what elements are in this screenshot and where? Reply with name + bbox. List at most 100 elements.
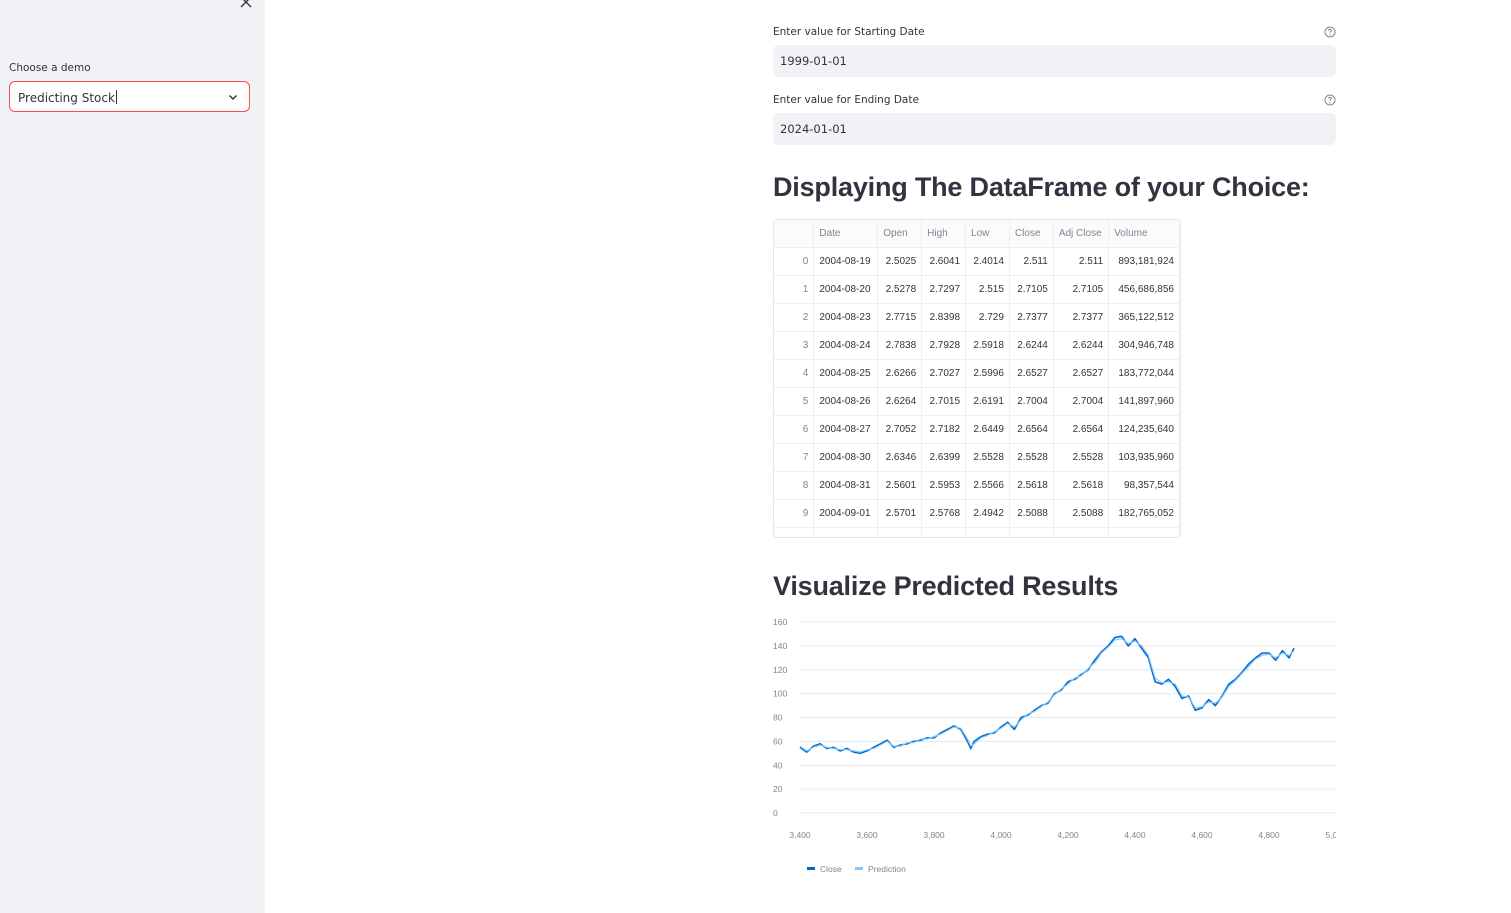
table-cell[interactable]: 2.5088 <box>1053 499 1110 528</box>
column-header[interactable]: High <box>921 220 967 248</box>
table-cell[interactable]: 2004-08-31 <box>813 471 879 500</box>
table-row[interactable]: 4 2004-08-25 2.6266 2.7027 2.5996 2.6527 2.652… <box>774 359 1180 388</box>
table-cell[interactable]: 2.511 <box>1009 247 1054 276</box>
table-cell[interactable]: 2.7838 <box>877 331 923 360</box>
table-row[interactable]: 0 2004-08-19 2.5025 2.6041 2.4014 2.511 2.511 8… <box>774 247 1180 276</box>
table-row[interactable]: 2 2004-08-23 2.7715 2.8398 2.729 2.7377 2.7377… <box>774 303 1180 332</box>
table-cell[interactable]: 2.7004 <box>1053 387 1110 416</box>
table-cell[interactable]: 2.6244 <box>1009 331 1054 360</box>
table-cell[interactable]: 2.7027 <box>921 359 967 388</box>
table-cell[interactable]: 2.5601 <box>877 471 923 500</box>
table-cell[interactable]: 2.6564 <box>1009 415 1054 444</box>
table-cell[interactable]: 2.7052 <box>877 415 923 444</box>
table-cell[interactable]: 2.5618 <box>1053 471 1110 500</box>
table-cell[interactable]: 2.7928 <box>921 331 967 360</box>
legend-label[interactable]: Close <box>820 864 842 874</box>
table-row[interactable]: 6 2004-08-27 2.7052 2.7182 2.6449 2.6564 2.656… <box>774 415 1180 444</box>
column-header[interactable]: Volume <box>1108 220 1180 248</box>
help-icon[interactable] <box>1324 26 1336 38</box>
column-header[interactable]: Date <box>813 220 879 248</box>
table-row[interactable]: 1 2004-08-20 2.5278 2.7297 2.515 2.7105 2.7105… <box>774 275 1180 304</box>
table-row[interactable]: 5 2004-08-26 2.6264 2.7015 2.6191 2.7004 2.700… <box>774 387 1180 416</box>
row-index[interactable]: 1 <box>774 275 815 304</box>
table-cell[interactable]: 2.5566 <box>965 471 1010 500</box>
column-header[interactable] <box>774 220 815 248</box>
row-index[interactable]: 3 <box>774 331 815 360</box>
table-row[interactable]: 7 2004-08-30 2.6346 2.6399 2.5528 2.5528 2.552… <box>774 443 1180 472</box>
table-cell[interactable]: 2.5996 <box>965 359 1010 388</box>
legend-label[interactable]: Prediction <box>868 864 906 874</box>
table-cell[interactable]: 2.5618 <box>1009 471 1054 500</box>
row-index[interactable]: 6 <box>774 415 815 444</box>
end-date-input[interactable]: 2024-01-01 <box>773 113 1336 145</box>
table-cell[interactable]: 2.6264 <box>877 387 923 416</box>
table-cell[interactable]: 893,181,924 <box>1108 247 1180 276</box>
dataframe-table[interactable]: Date Open High Low Close Adj Close Volum… <box>773 219 1181 538</box>
table-cell[interactable]: 2004-08-23 <box>813 303 879 332</box>
table-cell[interactable]: 2004-08-25 <box>813 359 879 388</box>
table-cell[interactable]: 2.7105 <box>1009 275 1054 304</box>
table-cell[interactable]: 2.6527 <box>1053 359 1110 388</box>
table-cell[interactable]: 2.7377 <box>1053 303 1110 332</box>
column-header[interactable]: Adj Close <box>1053 220 1110 248</box>
table-row[interactable]: 9 2004-09-01 2.5701 2.5768 2.4942 2.5088 2.508… <box>774 499 1180 528</box>
table-cell[interactable]: 456,686,856 <box>1108 275 1180 304</box>
table-cell[interactable]: 2.5528 <box>1009 443 1054 472</box>
table-cell[interactable]: 2004-09-01 <box>813 499 879 528</box>
table-cell[interactable]: 2.7182 <box>921 415 967 444</box>
table-cell[interactable]: 141,897,960 <box>1108 387 1180 416</box>
end-date-value[interactable]: 2024-01-01 <box>780 122 847 136</box>
table-cell[interactable]: 2004-08-19 <box>813 247 879 276</box>
row-index[interactable]: 5 <box>774 387 815 416</box>
table-cell[interactable]: 2.511 <box>1053 247 1110 276</box>
table-cell[interactable]: 2.5918 <box>965 331 1010 360</box>
table-cell[interactable]: 2.7715 <box>877 303 923 332</box>
table-cell[interactable]: 2.5088 <box>1009 499 1054 528</box>
table-cell[interactable]: 2.6191 <box>965 387 1010 416</box>
row-index[interactable]: 8 <box>774 471 815 500</box>
prediction-line-chart[interactable]: 0 20 40 60 80 100 120 140 160 3,400 3,600 3,800 4,00… <box>773 612 1336 882</box>
table-cell[interactable]: 2.729 <box>965 303 1010 332</box>
table-cell[interactable]: 2.6244 <box>1053 331 1110 360</box>
start-date-input[interactable]: 1999-01-01 <box>773 45 1336 77</box>
table-cell[interactable]: 2004-08-27 <box>813 415 879 444</box>
table-cell[interactable]: 2.6266 <box>877 359 923 388</box>
table-cell[interactable]: 365,122,512 <box>1108 303 1180 332</box>
row-index[interactable]: 0 <box>774 247 815 276</box>
table-cell[interactable]: 2.5025 <box>877 247 923 276</box>
table-cell[interactable]: 124,235,640 <box>1108 415 1180 444</box>
table-cell[interactable]: 2.6399 <box>921 443 967 472</box>
table-cell[interactable]: 2.6449 <box>965 415 1010 444</box>
row-index[interactable]: 4 <box>774 359 815 388</box>
table-row[interactable]: 3 2004-08-24 2.7838 2.7928 2.5918 2.6244 2.624… <box>774 331 1180 360</box>
table-cell[interactable]: 2.7105 <box>1053 275 1110 304</box>
table-cell[interactable]: 183,772,044 <box>1108 359 1180 388</box>
table-cell[interactable]: 2.4014 <box>965 247 1010 276</box>
table-cell[interactable]: 2.6564 <box>1053 415 1110 444</box>
table-cell[interactable]: 2.7297 <box>921 275 967 304</box>
table-cell[interactable]: 2004-08-24 <box>813 331 879 360</box>
start-date-value[interactable]: 1999-01-01 <box>780 54 847 68</box>
table-cell[interactable]: 2004-08-30 <box>813 443 879 472</box>
table-cell[interactable]: 2.6346 <box>877 443 923 472</box>
table-cell[interactable]: 2.8398 <box>921 303 967 332</box>
table-cell[interactable]: 304,946,748 <box>1108 331 1180 360</box>
table-cell[interactable]: 98,357,544 <box>1108 471 1180 500</box>
table-cell[interactable]: 2.5768 <box>921 499 967 528</box>
series-line-prediction[interactable] <box>799 638 1295 753</box>
table-cell[interactable]: 2004-08-26 <box>813 387 879 416</box>
table-cell[interactable]: 2.6527 <box>1009 359 1054 388</box>
table-cell[interactable]: 2.7015 <box>921 387 967 416</box>
table-cell[interactable]: 2.7004 <box>1009 387 1054 416</box>
table-cell[interactable]: 2.5278 <box>877 275 923 304</box>
column-header[interactable]: Low <box>965 220 1010 248</box>
row-index[interactable]: 2 <box>774 303 815 332</box>
table-cell[interactable]: 2.5701 <box>877 499 923 528</box>
close-sidebar-icon[interactable] <box>238 0 254 10</box>
chevron-down-icon[interactable] <box>227 91 239 103</box>
table-row[interactable]: 8 2004-08-31 2.5601 2.5953 2.5566 2.5618 2.561… <box>774 471 1180 500</box>
help-icon[interactable] <box>1324 94 1336 106</box>
table-cell[interactable]: 2.7377 <box>1009 303 1054 332</box>
table-cell[interactable]: 2.4942 <box>965 499 1010 528</box>
table-cell[interactable]: 2.6041 <box>921 247 967 276</box>
